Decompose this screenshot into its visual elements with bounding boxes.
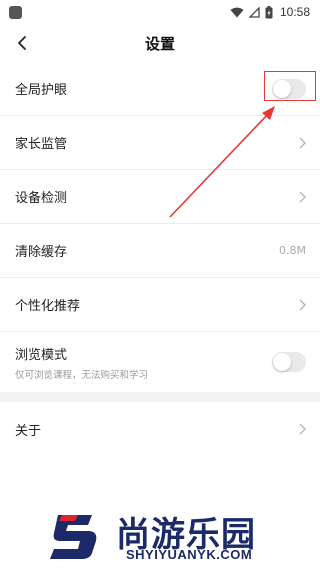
- setting-label: 浏览模式: [15, 347, 68, 363]
- battery-charging-icon: [265, 5, 273, 18]
- page-header: 设置: [0, 24, 320, 62]
- setting-label: 关于: [15, 423, 42, 439]
- wifi-icon: [230, 7, 244, 17]
- cache-size-value: 0.8M: [279, 244, 306, 257]
- setting-about[interactable]: 关于: [0, 402, 320, 456]
- brand-logo-icon: [50, 515, 97, 559]
- status-bar: 10:58: [0, 0, 320, 24]
- setting-label: 家长监管: [15, 137, 68, 152]
- setting-label: 个性化推荐: [15, 299, 81, 314]
- global-eye-care-toggle[interactable]: [272, 78, 306, 99]
- chevron-right-icon: [299, 423, 306, 435]
- toggle-knob: [273, 353, 291, 371]
- chevron-right-icon: [299, 137, 306, 148]
- section-divider: [0, 392, 320, 402]
- setting-label: 设备检测: [15, 191, 68, 206]
- settings-list: 全局护眼 家长监管 设备检测 清除缓存 0.8M 个性化推荐 浏览模式 仅可浏览…: [0, 62, 320, 456]
- setting-device-check[interactable]: 设备检测: [0, 170, 320, 224]
- toggle-knob: [273, 79, 291, 98]
- brand-watermark: 尚游乐园 SHYIYUANYK.COM: [40, 501, 320, 565]
- setting-label: 清除缓存: [15, 245, 68, 260]
- signal-off-icon: [248, 6, 260, 18]
- setting-parental-control[interactable]: 家长监管: [0, 116, 320, 170]
- setting-personalized-recommend[interactable]: 个性化推荐: [0, 278, 320, 332]
- brand-name-en: SHYIYUANYK.COM: [126, 547, 253, 562]
- setting-label: 全局护眼: [15, 83, 68, 98]
- setting-browse-mode: 浏览模式 仅可浏览课程，无法购买和学习: [0, 332, 320, 392]
- chevron-right-icon: [299, 191, 306, 202]
- status-time: 10:58: [279, 5, 310, 19]
- setting-sublabel: 仅可浏览课程，无法购买和学习: [15, 369, 149, 381]
- app-notification-icon: [9, 5, 22, 19]
- setting-global-eye-care: 全局护眼: [0, 62, 320, 116]
- setting-clear-cache[interactable]: 清除缓存 0.8M: [0, 224, 320, 278]
- browse-mode-toggle[interactable]: [272, 352, 306, 372]
- chevron-right-icon: [299, 299, 306, 310]
- back-arrow-icon[interactable]: [14, 34, 32, 52]
- page-title: 设置: [144, 34, 175, 53]
